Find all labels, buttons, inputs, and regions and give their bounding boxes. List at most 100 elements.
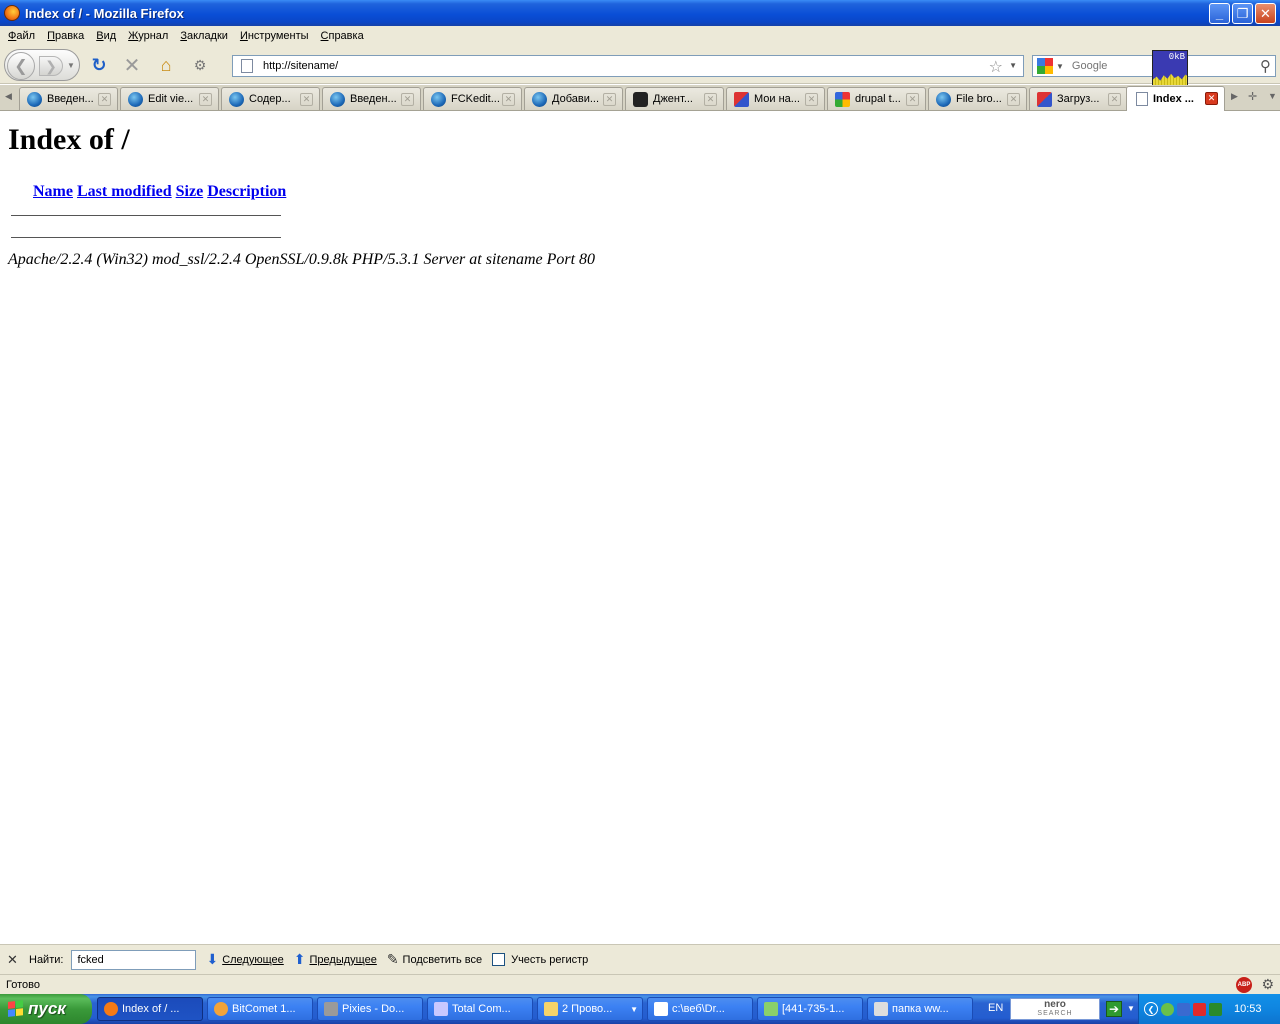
taskbar-item-total-commander[interactable]: Total Com...: [427, 997, 533, 1021]
tab-label: Index ...: [1153, 93, 1194, 105]
find-next-button[interactable]: ⬇ Следующее: [206, 951, 283, 968]
addon-icon[interactable]: ⚙: [189, 54, 211, 76]
close-button[interactable]: ✕: [1255, 3, 1276, 24]
taskbar-item-bitcomet[interactable]: BitComet 1...: [207, 997, 313, 1021]
tab[interactable]: Введен... ✕: [322, 87, 421, 110]
tab-close-icon[interactable]: ✕: [502, 93, 515, 106]
gear-icon[interactable]: ⚙: [1261, 976, 1274, 993]
tab[interactable]: Edit vie... ✕: [120, 87, 219, 110]
taskbar-item-label: Pixies - Do...: [342, 1003, 405, 1015]
status-bar: Готово ABP ⚙: [0, 974, 1280, 994]
url-text[interactable]: http://sitename/: [263, 60, 338, 72]
taskbar-item-player[interactable]: Pixies - Do...: [317, 997, 423, 1021]
tab[interactable]: Содер... ✕: [221, 87, 320, 110]
sort-modified-link[interactable]: Last modified: [77, 183, 172, 200]
show-hidden-icons-icon[interactable]: ❮: [1144, 1002, 1158, 1016]
taskbar-item-editor[interactable]: c:\веб\Dr...: [647, 997, 753, 1021]
tab[interactable]: Введен... ✕: [19, 87, 118, 110]
tab[interactable]: Джент... ✕: [625, 87, 724, 110]
tab-close-icon[interactable]: ✕: [401, 93, 414, 106]
search-input[interactable]: [1071, 60, 1212, 72]
tab[interactable]: FCKedit... ✕: [423, 87, 522, 110]
minimize-button[interactable]: _: [1209, 3, 1230, 24]
home-icon[interactable]: ⌂: [155, 54, 177, 76]
tab-close-icon[interactable]: ✕: [906, 93, 919, 106]
notepad-icon: [654, 1002, 668, 1016]
tray-k-icon[interactable]: [1193, 1002, 1206, 1016]
tab[interactable]: Загруз... ✕: [1029, 87, 1128, 110]
history-dropdown-icon[interactable]: ▼: [67, 61, 75, 70]
taskbar: пуск Index of / ... BitComet 1... Pixies…: [0, 994, 1280, 1024]
tab-close-icon[interactable]: ✕: [704, 93, 717, 106]
taskbar-item-app[interactable]: [441-735-1...: [757, 997, 863, 1021]
google-icon[interactable]: [1037, 58, 1053, 74]
find-input[interactable]: [71, 949, 197, 970]
language-indicator[interactable]: EN: [988, 1002, 1003, 1014]
back-button[interactable]: ❮: [7, 52, 35, 80]
maximize-button[interactable]: ❐: [1232, 3, 1253, 24]
taskbar-item-explorer-group[interactable]: 2 Прово... ▼: [537, 997, 643, 1021]
nero-logo-text: nero: [1044, 999, 1066, 1010]
tray-app-icon[interactable]: [1161, 1002, 1174, 1016]
tab-close-icon[interactable]: ✕: [1205, 92, 1218, 105]
arrow-up-icon: ⬆: [293, 951, 306, 967]
tab[interactable]: Добави... ✕: [524, 87, 623, 110]
divider: [11, 237, 281, 238]
tab-close-icon[interactable]: ✕: [98, 93, 111, 106]
tab-label: Содер...: [249, 93, 291, 105]
scroll-tabs-left-icon[interactable]: ◀: [5, 91, 12, 102]
tab-active[interactable]: Index ... ✕: [1126, 86, 1225, 111]
url-bar[interactable]: http://sitename/ ☆ ▼: [232, 55, 1024, 77]
tray-monitor-icon[interactable]: [1209, 1002, 1222, 1016]
stop-icon[interactable]: ✕: [121, 54, 143, 77]
reload-icon[interactable]: ↻: [88, 54, 110, 76]
highlight-all-button[interactable]: ✎ Подсветить все: [387, 951, 482, 968]
tab-close-icon[interactable]: ✕: [300, 93, 313, 106]
menu-view[interactable]: Вид: [90, 30, 122, 42]
bookmark-star-icon[interactable]: ☆: [989, 57, 1003, 77]
tab[interactable]: File bro... ✕: [928, 87, 1027, 110]
tab[interactable]: drupal t... ✕: [827, 87, 926, 110]
checkbox[interactable]: [492, 953, 506, 966]
start-button[interactable]: пуск: [0, 994, 92, 1024]
tab-close-icon[interactable]: ✕: [1007, 93, 1020, 106]
network-icon[interactable]: [1177, 1002, 1190, 1016]
menu-history[interactable]: Журнал: [122, 30, 174, 42]
scroll-tabs-right-icon[interactable]: ▶: [1231, 91, 1238, 102]
find-previous-button[interactable]: ⬆ Предыдущее: [294, 951, 377, 968]
navigation-toolbar: ❮ ❯ ▼ ↻ ✕ ⌂ ⚙ http://sitename/ ☆ ▼ ▼ ⚲: [0, 46, 1280, 84]
taskbar-item-folder[interactable]: папка ww...: [867, 997, 973, 1021]
tab-close-icon[interactable]: ✕: [603, 93, 616, 106]
url-dropdown-icon[interactable]: ▼: [1009, 61, 1017, 70]
arrow-down-icon: ⬇: [206, 951, 219, 967]
tab[interactable]: Мои на... ✕: [726, 87, 825, 110]
go-arrow-icon[interactable]: ➔: [1106, 1001, 1122, 1017]
document-icon: [874, 1002, 888, 1016]
ninja-icon: [633, 91, 648, 107]
search-engine-dropdown-icon[interactable]: ▼: [1056, 62, 1064, 71]
sort-size-link[interactable]: Size: [176, 183, 204, 200]
all-tabs-dropdown-icon[interactable]: ▼: [1268, 91, 1277, 101]
new-tab-icon[interactable]: ✛: [1248, 90, 1257, 103]
tab-close-icon[interactable]: ✕: [199, 93, 212, 106]
tab-label: Добави...: [552, 93, 600, 105]
find-close-icon[interactable]: ✕: [7, 952, 19, 968]
match-case-checkbox[interactable]: Учесть регистр: [492, 953, 588, 966]
sort-description-link[interactable]: Description: [207, 183, 286, 200]
highlighter-icon: ✎: [386, 951, 399, 967]
menu-edit[interactable]: Правка: [41, 30, 90, 42]
tab-close-icon[interactable]: ✕: [805, 93, 818, 106]
menu-help[interactable]: Справка: [315, 30, 370, 42]
nero-search-box[interactable]: nero SEARCH: [1010, 998, 1100, 1020]
menu-file[interactable]: Файл: [2, 30, 41, 42]
search-icon[interactable]: ⚲: [1260, 57, 1271, 75]
taskbar-item-firefox[interactable]: Index of / ...: [97, 997, 203, 1021]
menu-bookmarks[interactable]: Закладки: [174, 30, 234, 42]
tab-close-icon[interactable]: ✕: [1108, 93, 1121, 106]
menu-tools[interactable]: Инструменты: [234, 30, 315, 42]
tray-dropdown-icon[interactable]: ▼: [1127, 1004, 1135, 1013]
forward-button[interactable]: ❯: [39, 56, 63, 76]
sort-name-link[interactable]: Name: [33, 183, 73, 200]
adblock-icon[interactable]: ABP: [1236, 977, 1252, 993]
bitcomet-icon: [214, 1002, 228, 1016]
